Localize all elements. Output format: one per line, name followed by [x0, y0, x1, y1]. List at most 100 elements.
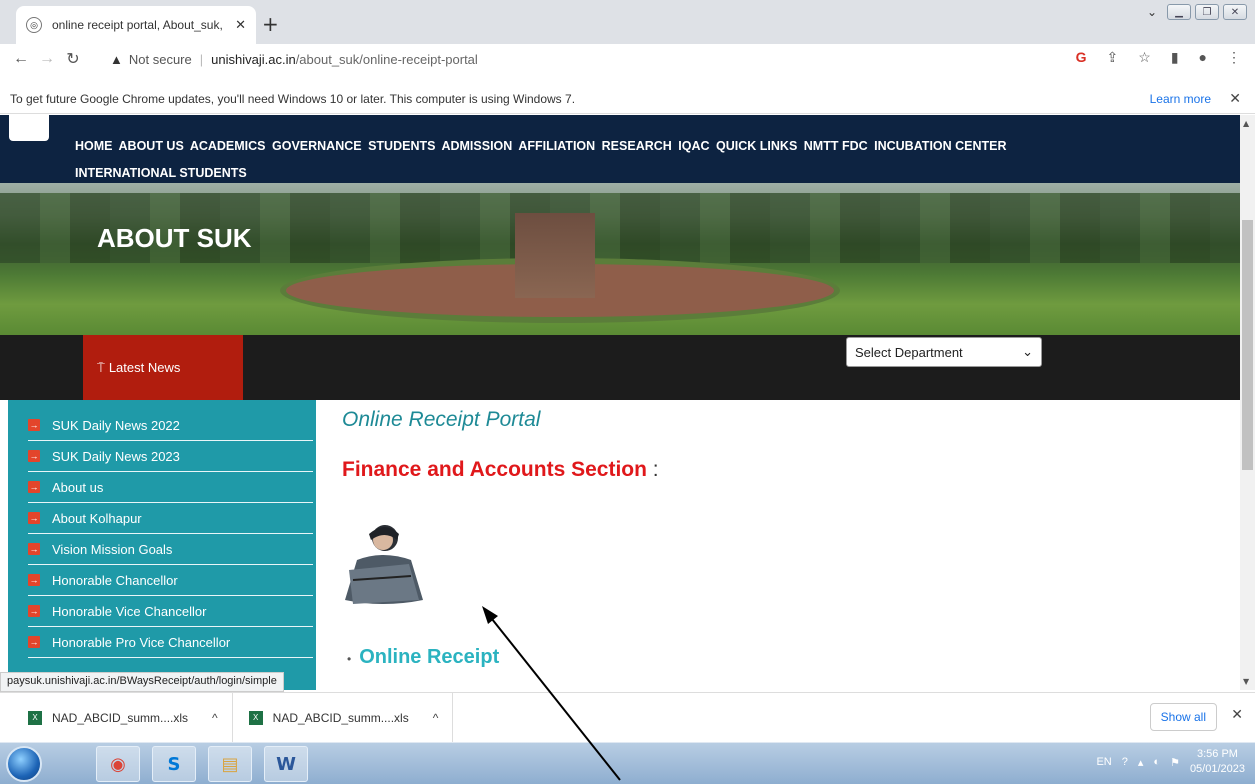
downloads-bar: X NAD_ABCID_summ....xls ^ X NAD_ABCID_su…	[0, 692, 1255, 743]
tab-close-icon[interactable]: ✕	[235, 17, 246, 33]
nav-item[interactable]: INCUBATION CENTER	[874, 139, 1006, 153]
sidebar-item-label: Honorable Chancellor	[52, 572, 178, 588]
restore-button[interactable]: ❐	[1195, 4, 1219, 20]
scroll-up-icon[interactable]: ▲	[1243, 119, 1249, 128]
main-content: Online Receipt Portal Finance and Accoun…	[327, 400, 1227, 690]
sidebar-item[interactable]: → Honorable Chancellor	[28, 565, 313, 596]
warning-icon[interactable]: ▲	[110, 52, 123, 67]
arrow-right-icon: →	[28, 419, 40, 431]
sidebar-item[interactable]: → Vision Mission Goals	[28, 534, 313, 565]
nav-item[interactable]: AFFILIATION	[518, 139, 595, 153]
windows-taskbar: ◉ S ▤ W EN ? ▴ ◐ ⚑ 3:56 PM 05/01/2023	[0, 742, 1255, 784]
department-select-value: Select Department	[855, 344, 963, 360]
downloads-close-icon[interactable]: ✕	[1231, 706, 1243, 723]
vertical-scrollbar[interactable]: ▲ ▼	[1240, 115, 1255, 690]
help-icon[interactable]: ?	[1122, 756, 1128, 768]
arrow-right-icon: →	[28, 481, 40, 493]
sidebar-item-label: Honorable Pro Vice Chancellor	[52, 634, 231, 650]
scroll-thumb[interactable]	[1242, 220, 1253, 470]
chevron-down-icon: ⌄	[1022, 344, 1033, 359]
sidebar-item-label: Vision Mission Goals	[52, 541, 173, 557]
url-host: unishivaji.ac.in	[211, 51, 296, 67]
omnibox-separator: |	[199, 51, 204, 67]
download-filename: NAD_ABCID_summ....xls	[272, 710, 409, 725]
latest-news-label: Latest News	[108, 360, 181, 375]
online-receipt-item: • Online Receipt	[347, 646, 499, 669]
nav-item[interactable]: HOME	[75, 139, 113, 153]
latest-news-button[interactable]: ⍑ Latest News	[83, 335, 243, 400]
google-icon[interactable]: G	[1076, 49, 1087, 66]
word-task-icon[interactable]: W	[264, 746, 308, 782]
nav-item[interactable]: ABOUT US	[119, 139, 184, 153]
sidebar-item-label: Honorable Vice Chancellor	[52, 603, 207, 619]
nav-item[interactable]: RESEARCH	[602, 139, 672, 153]
nav-item[interactable]: QUICK LINKS	[716, 139, 797, 153]
browser-tab[interactable]: ◎ online receipt portal, About_suk, ✕	[16, 6, 256, 44]
chrome-task-icon[interactable]: ◉	[96, 746, 140, 782]
banner-title: ABOUT SUK	[97, 223, 252, 253]
side-panel-icon[interactable]: ▮	[1171, 49, 1179, 66]
section-heading: Finance and Accounts Section :	[342, 458, 659, 482]
network-icon[interactable]: ◐	[1153, 756, 1160, 768]
tab-strip: ◎ online receipt portal, About_suk, ✕ + …	[0, 0, 1255, 44]
bookmark-star-icon[interactable]: ☆	[1138, 49, 1151, 66]
sidebar-item-label: About Kolhapur	[52, 510, 142, 526]
sidebar-item[interactable]: → Honorable Vice Chancellor	[28, 596, 313, 627]
reload-icon[interactable]: ↻	[60, 49, 86, 69]
back-icon[interactable]: ←	[8, 50, 34, 68]
infobar-close-icon[interactable]: ✕	[1229, 90, 1241, 107]
arrow-right-icon: →	[28, 636, 40, 648]
download-item[interactable]: X NAD_ABCID_summ....xls ^	[233, 692, 454, 743]
skype-task-icon[interactable]: S	[152, 746, 196, 782]
share-icon[interactable]: ⇪	[1107, 49, 1119, 66]
download-filename: NAD_ABCID_summ....xls	[52, 710, 189, 725]
arrow-right-icon: →	[28, 512, 40, 524]
clock[interactable]: 3:56 PM 05/01/2023	[1190, 747, 1245, 777]
nav-item[interactable]: ADMISSION	[441, 139, 512, 153]
tab-search-icon[interactable]: ⌄	[1147, 5, 1157, 19]
arrow-right-icon: →	[28, 605, 40, 617]
chevron-up-icon[interactable]: ^	[212, 711, 218, 725]
sidebar-item-label: About us	[52, 479, 104, 495]
close-window-button[interactable]: ✕	[1223, 4, 1247, 20]
start-button-icon[interactable]	[6, 746, 42, 782]
menu-icon[interactable]: ⋮	[1227, 49, 1241, 66]
sidebar: → SUK Daily News 2022 → SUK Daily News 2023…	[8, 400, 316, 690]
chevron-up-icon[interactable]: ^	[433, 711, 439, 725]
forward-icon[interactable]: →	[34, 50, 60, 68]
nav-item[interactable]: NMTT FDC	[804, 139, 868, 153]
language-indicator[interactable]: EN	[1096, 756, 1111, 768]
learn-more-link[interactable]: Learn more	[1150, 92, 1211, 106]
download-item[interactable]: X NAD_ABCID_summ....xls ^	[0, 692, 233, 743]
nav-item[interactable]: INTERNATIONAL STUDENTS	[75, 166, 247, 180]
toolbar-icons: G ⇪ ☆ ▮ ● ⋮	[1076, 49, 1241, 66]
profile-icon[interactable]: ●	[1199, 49, 1207, 66]
new-tab-button[interactable]: +	[262, 12, 279, 36]
infobar-message: To get future Google Chrome updates, you…	[10, 91, 576, 106]
page-title: Online Receipt Portal	[342, 408, 541, 431]
online-receipt-link[interactable]: Online Receipt	[359, 646, 499, 668]
arrow-right-icon: →	[28, 450, 40, 462]
tray-expand-icon[interactable]: ▴	[1138, 756, 1144, 769]
sidebar-item[interactable]: → About Kolhapur	[28, 503, 313, 534]
minimize-button[interactable]: ▁	[1167, 4, 1191, 20]
explorer-task-icon[interactable]: ▤	[208, 746, 252, 782]
status-url-bubble: paysuk.unishivaji.ac.in/BWaysReceipt/aut…	[0, 672, 284, 692]
address-bar[interactable]: ▲ Not secure | unishivaji.ac.in/about_su…	[110, 47, 1050, 71]
sidebar-item[interactable]: → SUK Daily News 2022	[28, 410, 313, 441]
flag-icon[interactable]: ⚑	[1170, 756, 1180, 769]
sidebar-item[interactable]: → SUK Daily News 2023	[28, 441, 313, 472]
navbar-corner-tab[interactable]	[9, 115, 49, 141]
nav-item[interactable]: ACADEMICS	[190, 139, 266, 153]
scroll-down-icon[interactable]: ▼	[1243, 677, 1249, 686]
sidebar-item[interactable]: → Honorable Pro Vice Chancellor	[28, 627, 313, 658]
clock-time: 3:56 PM	[1196, 748, 1238, 760]
department-select[interactable]: Select Department ⌄	[846, 337, 1042, 367]
sidebar-item-label: SUK Daily News 2023	[52, 448, 180, 464]
nav-item[interactable]: STUDENTS	[368, 139, 435, 153]
sidebar-item[interactable]: → About us	[28, 472, 313, 503]
nav-item[interactable]: GOVERNANCE	[272, 139, 362, 153]
list-bullet: •	[347, 652, 352, 666]
show-all-button[interactable]: Show all	[1149, 703, 1217, 731]
nav-item[interactable]: IQAC	[678, 139, 709, 153]
